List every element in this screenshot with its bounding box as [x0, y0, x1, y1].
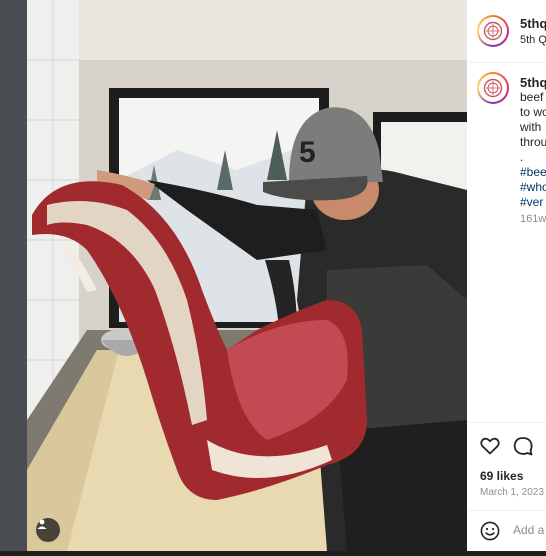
caption-line: to wo — [520, 105, 546, 119]
left-gutter — [0, 0, 27, 556]
post-date: March 1, 2023 — [480, 487, 544, 498]
bottom-edge — [0, 551, 546, 556]
caption-line: with — [520, 120, 542, 134]
post-header: 5thq 5th Q — [467, 0, 546, 63]
svg-text:5: 5 — [299, 136, 316, 169]
comment-input[interactable] — [513, 523, 546, 537]
hashtag-link[interactable]: #ver — [520, 195, 543, 210]
post-photo: 5 — [27, 0, 467, 551]
header-subtitle: 5th Q — [520, 34, 546, 46]
caption-timestamp[interactable]: 161w — [520, 213, 546, 225]
avatar-logo-icon — [483, 78, 503, 98]
likes-count[interactable]: 69 likes — [480, 469, 523, 483]
avatar-logo-icon — [483, 21, 503, 41]
caption-line: throu — [520, 135, 546, 149]
post-sidebar: 5thq 5th Q 5thq beef to wo with throu . … — [467, 0, 546, 551]
header-username[interactable]: 5thq — [520, 16, 546, 31]
user-tag-icon — [37, 519, 47, 529]
user-tag-button[interactable] — [36, 518, 60, 542]
emoji-icon[interactable] — [480, 521, 500, 541]
caption-avatar[interactable] — [477, 72, 509, 104]
heart-icon[interactable] — [480, 437, 500, 455]
hashtag-link[interactable]: #bee — [520, 165, 546, 180]
comment-icon[interactable] — [513, 436, 533, 456]
post-actions: 69 likes March 1, 2023 — [467, 422, 546, 551]
post-media[interactable]: 5 — [27, 0, 467, 551]
comment-bar — [467, 510, 546, 551]
hashtag-link[interactable]: #who — [520, 180, 546, 195]
caption-line: . — [520, 150, 524, 164]
caption-line: beef — [520, 90, 544, 104]
caption-username[interactable]: 5thq — [520, 75, 546, 90]
header-avatar[interactable] — [477, 15, 509, 47]
